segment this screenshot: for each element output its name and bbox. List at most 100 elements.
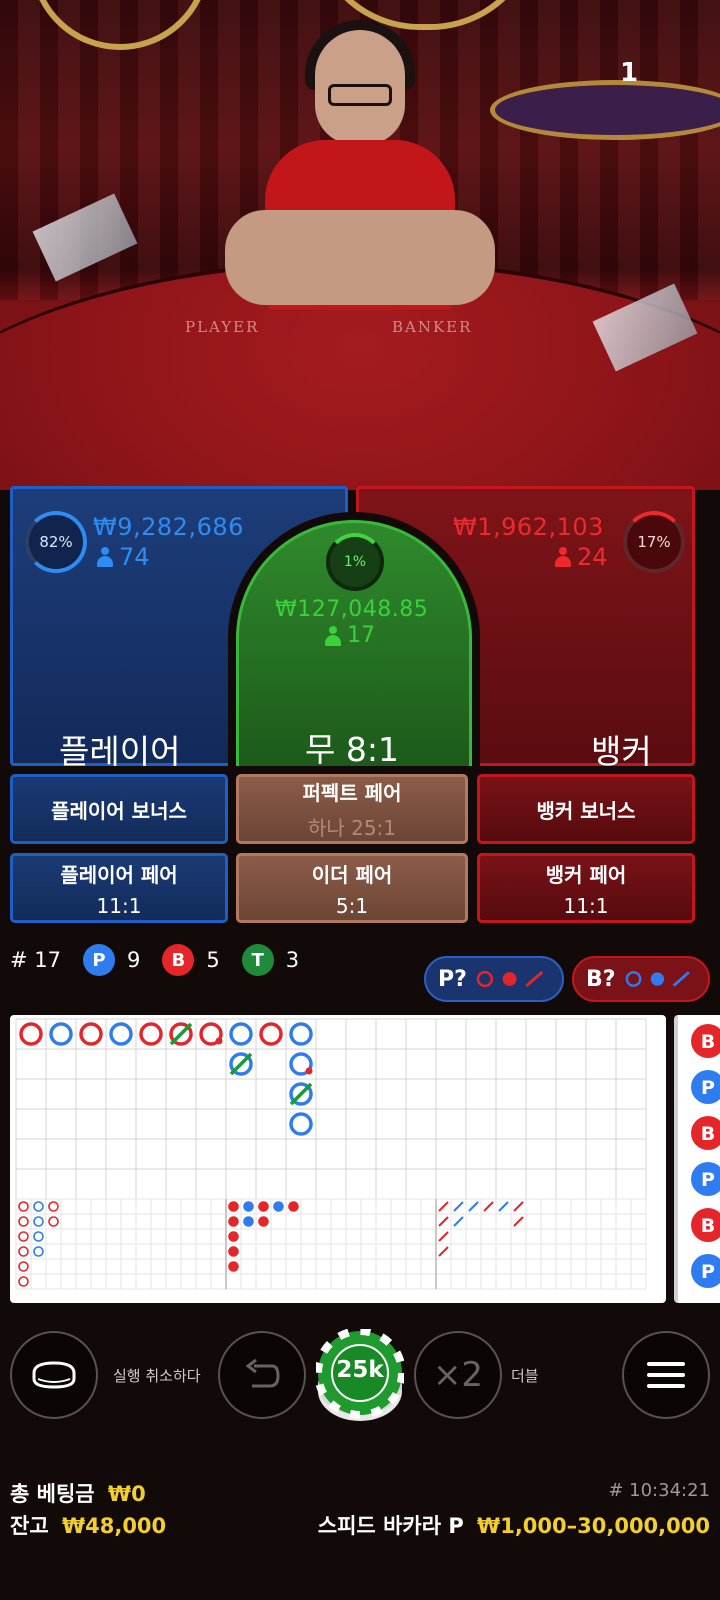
small-road-mark xyxy=(273,1201,284,1212)
person-icon xyxy=(555,547,571,567)
banker-pair-odds: 11:1 xyxy=(563,893,609,918)
balance-value: ₩48,000 xyxy=(61,1514,167,1538)
big-eye-road-mark xyxy=(33,1216,44,1227)
total-bet-value: ₩0 xyxy=(107,1482,146,1506)
total-bet-label: 총 베팅금 xyxy=(10,1482,95,1506)
tie-badge-icon: T xyxy=(241,944,274,976)
bead-road-grid: B P B P B P xyxy=(691,1024,720,1288)
big-eye-road-mark xyxy=(18,1231,29,1242)
cockroach-road-mark xyxy=(453,1216,464,1227)
cockroach-road-mark xyxy=(513,1216,524,1227)
undo-label: 실행 취소하다 xyxy=(113,1367,201,1385)
person-icon xyxy=(97,547,113,567)
chip-selector[interactable]: 25k xyxy=(314,1327,406,1425)
bead-road-letter: B xyxy=(701,1031,715,1053)
cockroach-road-mark xyxy=(513,1201,524,1212)
banker-bettors: 24 xyxy=(555,543,608,571)
tie-count: 3 xyxy=(285,948,300,972)
banker-bonus-button[interactable]: 뱅커 보너스 xyxy=(477,774,695,844)
big-road-mark xyxy=(259,1022,283,1046)
bead-road-letter: P xyxy=(701,1169,715,1191)
player-predict-button[interactable]: P? xyxy=(424,956,564,1002)
total-bet: 총 베팅금 ₩0 xyxy=(10,1478,146,1508)
big-road-mark xyxy=(79,1022,103,1046)
menu-button[interactable] xyxy=(622,1331,710,1419)
tie-bettors: 17 xyxy=(325,623,375,648)
perfect-pair-odds: 하나 25:1 xyxy=(307,816,397,840)
player-pair-odds: 11:1 xyxy=(96,893,142,918)
big-eye-road-mark xyxy=(18,1246,29,1257)
player-badge-icon: P xyxy=(83,944,115,976)
big-road-mark xyxy=(229,1022,253,1046)
player-pair-button[interactable]: 플레이어 페어 11:1 xyxy=(10,853,228,923)
felt-banker-text: BANKER xyxy=(392,318,473,336)
player-wins: P 9 xyxy=(83,944,140,976)
scoreboard-roadmap[interactable] xyxy=(10,1015,666,1303)
balance: 잔고 ₩48,000 xyxy=(10,1510,166,1540)
banker-total-amount: ₩1,962,103 xyxy=(453,513,604,541)
tie-results: T 3 xyxy=(241,944,300,976)
either-pair-button[interactable]: 이더 페어 5:1 xyxy=(236,853,468,923)
bead-road-strip[interactable]: B P B P B P xyxy=(674,1015,720,1303)
round-count: # 17 xyxy=(10,948,61,972)
bead-road-letter: P xyxy=(701,1261,715,1283)
banker-pair-button[interactable]: 뱅커 페어 11:1 xyxy=(477,853,695,923)
player-percent-ring: 82% xyxy=(25,511,87,573)
double-button[interactable]: ×2 xyxy=(414,1331,502,1419)
either-pair-label: 이더 페어 xyxy=(311,862,393,887)
player-win-count: 9 xyxy=(127,948,141,972)
big-eye-road-mark xyxy=(33,1201,44,1212)
player-bonus-label: 플레이어 보너스 xyxy=(51,798,187,823)
cockroach-road-mark xyxy=(438,1216,449,1227)
tie-label: 무 8:1 xyxy=(305,730,399,769)
small-road-mark xyxy=(243,1216,254,1227)
big-eye-road-mark xyxy=(33,1246,44,1257)
tie-percent: 1% xyxy=(343,554,367,570)
big-eye-road-mark xyxy=(18,1216,29,1227)
table-icon xyxy=(32,1361,76,1389)
big-road-mark xyxy=(49,1022,73,1046)
side-table-number: 1 xyxy=(620,58,639,88)
perfect-pair-label: 퍼펙트 페어 xyxy=(302,781,402,805)
banker-predict-button[interactable]: B? xyxy=(572,956,710,1002)
big-road-mark xyxy=(289,1112,313,1136)
banker-badge-icon: B xyxy=(162,944,195,976)
banker-win-count: 5 xyxy=(206,948,220,972)
small-road-mark xyxy=(258,1201,269,1212)
bead-road-letter: P xyxy=(701,1077,715,1099)
banker-percent-ring: 17% xyxy=(623,511,685,573)
double-label: 더블 xyxy=(511,1367,539,1385)
predict-icons xyxy=(476,970,544,988)
live-video-stream: 1 PLAYER BANKER xyxy=(0,0,720,490)
tie-percent-ring: 1% xyxy=(326,533,384,591)
small-road-mark xyxy=(258,1216,269,1227)
player-bonus-button[interactable]: 플레이어 보너스 xyxy=(10,774,228,844)
banker-pair-label: 뱅커 페어 xyxy=(545,862,627,887)
person-icon xyxy=(325,625,341,646)
pair-dot xyxy=(215,1037,223,1045)
tie-bet-spot[interactable]: 1% ₩127,048.85 17 무 8:1 xyxy=(228,512,480,769)
player-total-amount: ₩9,282,686 xyxy=(93,513,244,541)
bead-road-letter: B xyxy=(701,1123,715,1145)
player-bettor-count: 74 xyxy=(119,543,150,571)
player-bettors: 74 xyxy=(97,543,150,571)
banker-label: 뱅커 xyxy=(591,732,652,771)
bead-road-letter: B xyxy=(701,1215,715,1237)
either-pair-odds: 5:1 xyxy=(335,893,369,918)
small-road-mark xyxy=(228,1201,239,1212)
lobby-button[interactable] xyxy=(10,1331,98,1419)
banker-wins: B 5 xyxy=(162,944,220,976)
dealer-arms xyxy=(225,210,495,305)
big-eye-road-mark xyxy=(18,1276,29,1287)
cockroach-road-mark xyxy=(438,1246,449,1257)
player-percent: 82% xyxy=(39,533,73,551)
big-eye-road-mark xyxy=(33,1231,44,1242)
big-road-mark xyxy=(139,1022,163,1046)
perfect-pair-button[interactable]: 퍼펙트 페어 하나 25:1 xyxy=(236,774,468,844)
big-eye-road-mark xyxy=(18,1261,29,1272)
tie-panel: 1% ₩127,048.85 17 무 8:1 xyxy=(236,520,472,769)
undo-button[interactable] xyxy=(218,1331,306,1419)
small-road-mark xyxy=(228,1231,239,1242)
banker-bonus-label: 뱅커 보너스 xyxy=(536,798,636,823)
cockroach-road-mark xyxy=(468,1201,479,1212)
